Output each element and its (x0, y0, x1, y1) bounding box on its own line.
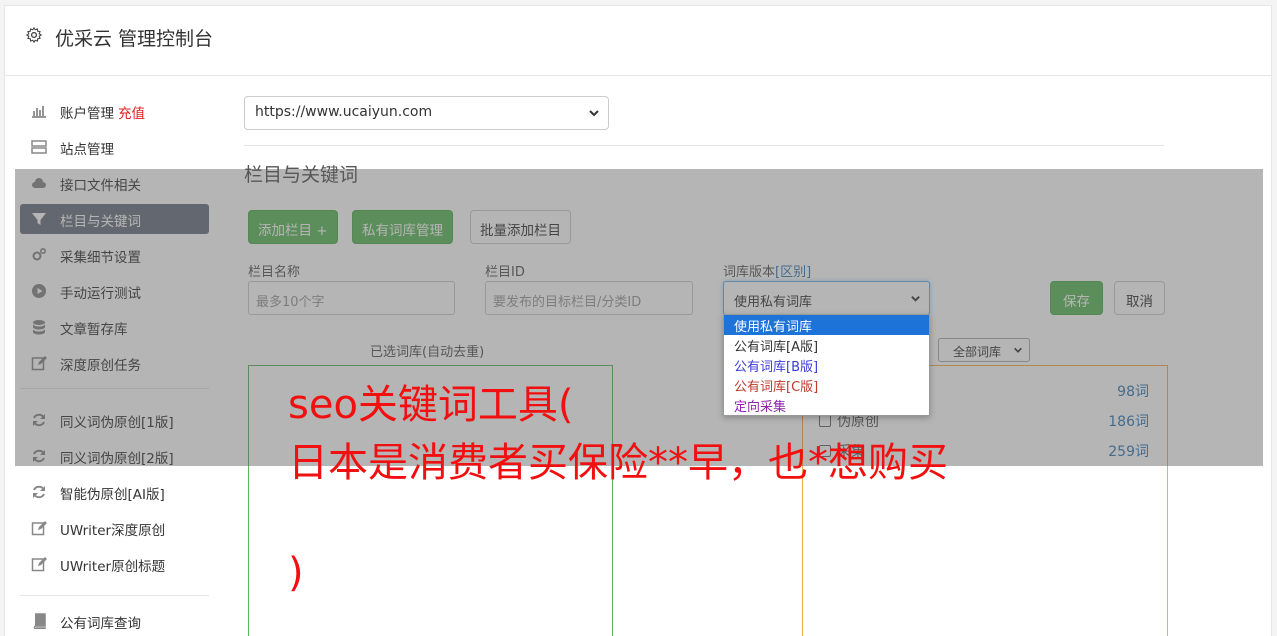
sidebar-item-ai-rewrite[interactable]: 智能伪原创[AI版] (20, 477, 209, 507)
version-option-label: 定向采集 (734, 400, 787, 415)
sidebar-item-uwriter-title[interactable]: UWriter原创标题 (20, 549, 209, 579)
server-icon (31, 140, 47, 154)
sidebar-item-sites[interactable]: 站点管理 (20, 132, 209, 162)
edit-icon (31, 557, 47, 572)
sidebar-item-label: 站点管理 (60, 142, 114, 158)
overlay-headline-line3: ) (288, 550, 304, 596)
site-select-value: https://www.ucaiyun.com (255, 104, 433, 120)
site-select[interactable]: https://www.ucaiyun.com (244, 96, 609, 130)
sidebar-item-label: 公有词库查询 (60, 616, 141, 632)
version-option[interactable]: 公有词库[B版] (724, 355, 929, 375)
top-header: 优采云 管理控制台 (5, 6, 1271, 76)
version-option[interactable]: 定向采集 (724, 395, 929, 415)
gear-icon (25, 26, 43, 44)
chevron-down-icon (589, 110, 599, 117)
gray-overlay-banner (15, 169, 1263, 466)
sidebar-item-label: 账户管理 (60, 106, 114, 122)
version-option-label: 公有词库[A版] (734, 340, 819, 355)
version-option[interactable]: 公有词库[A版] (724, 335, 929, 355)
sidebar-item-label: UWriter原创标题 (60, 559, 166, 575)
version-option[interactable]: 公有词库[C版] (724, 375, 929, 395)
page-title: 优采云 管理控制台 (55, 28, 214, 50)
version-option-label: 公有词库[B版] (734, 360, 819, 375)
sidebar-item-label: UWriter深度原创 (60, 523, 166, 539)
recharge-link[interactable]: 充值 (118, 106, 145, 122)
overlay-headline-line2: 日本是消费者买保险**早，也*想购买 (288, 440, 948, 486)
book-icon (33, 613, 46, 629)
divider (244, 145, 1164, 146)
version-dropdown: 使用私有词库 公有词库[A版] 公有词库[B版] 公有词库[C版] 定向采集 (723, 314, 930, 416)
sidebar-item-account[interactable]: 账户管理 充值 (20, 96, 209, 126)
overlay-headline-line1: seo关键词工具( (288, 382, 574, 428)
sidebar-item-public-lib[interactable]: 公有词库查询 (20, 606, 209, 636)
sidebar-item-label: 智能伪原创[AI版] (60, 487, 165, 503)
edit-icon (31, 521, 47, 536)
sidebar-divider (20, 595, 209, 596)
version-option-label: 使用私有词库 (734, 320, 813, 335)
version-option-label: 公有词库[C版] (734, 380, 819, 395)
version-option[interactable]: 使用私有词库 (724, 315, 929, 335)
refresh-icon (33, 485, 45, 499)
bar-chart-icon (32, 106, 46, 118)
sidebar-item-uwriter-deep[interactable]: UWriter深度原创 (20, 513, 209, 543)
